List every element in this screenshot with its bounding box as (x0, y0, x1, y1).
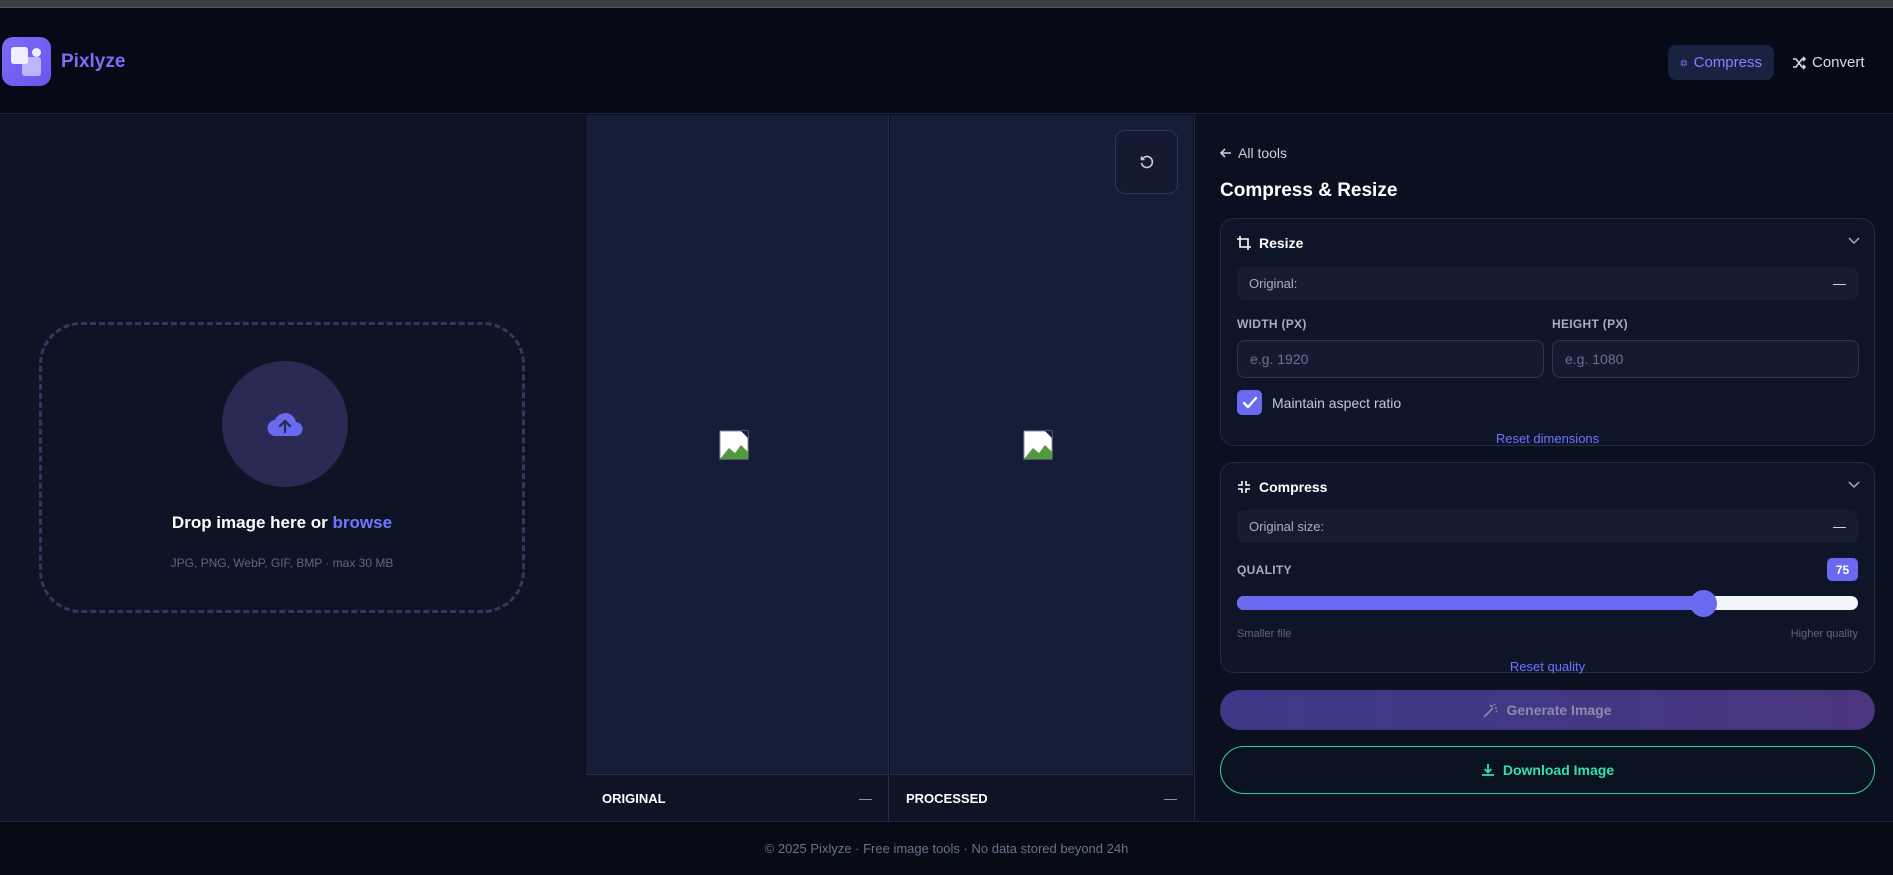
brand-name[interactable]: Pixlyze (61, 51, 125, 73)
slider-min-label: Smaller file (1237, 628, 1292, 640)
original-size-label: Original size: (1249, 519, 1325, 534)
original-value: — (859, 790, 872, 806)
original-size-row: Original size: — (1237, 510, 1858, 543)
rotate-ccw-icon (1140, 155, 1153, 169)
drop-subtitle: JPG, PNG, WebP, GIF, BMP · max 30 MB (170, 556, 394, 570)
original-dimensions-row: Original: — (1237, 267, 1858, 300)
compress-icon (1680, 59, 1688, 66)
width-input[interactable] (1237, 340, 1544, 378)
compress-card: Compress Original size: — QUALITY 75 Sma… (1220, 462, 1875, 674)
resize-header[interactable]: Resize (1237, 235, 1303, 251)
app-header: Pixlyze Compress Convert (0, 8, 1893, 114)
processed-label-bar: PROCESSED — (890, 774, 1193, 821)
back-link[interactable]: All tools (1220, 145, 1287, 161)
processed-label: PROCESSED (906, 790, 988, 806)
crop-icon (1237, 236, 1251, 250)
footer-text: © 2025 Pixlyze · Free image tools · No d… (764, 841, 1129, 856)
height-input[interactable] (1552, 340, 1859, 378)
quality-slider[interactable] (1237, 590, 1858, 617)
quality-slider-fill (1237, 596, 1703, 610)
original-label: ORIGINAL (602, 790, 666, 806)
logo-icon[interactable] (2, 37, 51, 86)
download-icon (1481, 764, 1494, 776)
broken-image-icon (1023, 430, 1053, 460)
reset-view-button[interactable] (1115, 130, 1178, 194)
drop-title-text: Drop image here or (171, 513, 333, 532)
quality-label: QUALITY (1237, 563, 1292, 577)
browser-strip (0, 0, 1893, 8)
chevron-down-icon[interactable] (1848, 481, 1860, 489)
download-label: Download Image (1502, 762, 1615, 778)
nav-convert-button[interactable]: Convert (1780, 45, 1882, 80)
upload-pane: Drop image here or browse JPG, PNG, WebP… (0, 115, 585, 821)
processed-preview: PROCESSED — (890, 115, 1193, 821)
reset-quality-link[interactable]: Reset quality (1221, 659, 1874, 674)
page-title: Compress & Resize (1220, 180, 1398, 201)
dropzone[interactable]: Drop image here or browse JPG, PNG, WebP… (39, 322, 525, 613)
browse-link[interactable]: browse (333, 513, 393, 532)
original-size-value: — (1833, 519, 1846, 534)
height-label: HEIGHT (PX) (1552, 317, 1628, 331)
original-dimensions-label: Original: (1249, 276, 1298, 291)
check-icon (1242, 396, 1257, 408)
quality-value-badge: 75 (1827, 558, 1858, 581)
quality-slider-thumb[interactable] (1689, 590, 1717, 617)
processed-value: — (1164, 790, 1177, 806)
shuffle-icon (1793, 55, 1806, 70)
back-label: All tools (1238, 145, 1288, 161)
nav-compress-button[interactable]: Compress (1668, 45, 1774, 80)
nav-compress-label: Compress (1693, 54, 1762, 71)
upload-circle (222, 361, 348, 487)
width-label: WIDTH (PX) (1237, 317, 1307, 331)
original-label-bar: ORIGINAL — (586, 774, 888, 821)
nav-convert-label: Convert (1812, 54, 1865, 71)
original-preview: ORIGINAL — (586, 115, 889, 821)
broken-image-icon (719, 430, 749, 460)
aspect-ratio-checkbox[interactable] (1237, 390, 1262, 415)
magic-wand-icon (1483, 702, 1499, 718)
compress-icon (1238, 481, 1250, 493)
chevron-down-icon[interactable] (1848, 237, 1860, 245)
resize-title: Resize (1259, 235, 1304, 251)
footer: © 2025 Pixlyze · Free image tools · No d… (0, 821, 1893, 875)
aspect-ratio-label[interactable]: Maintain aspect ratio (1272, 395, 1401, 411)
compress-title: Compress (1259, 479, 1328, 495)
arrow-left-icon (1220, 148, 1231, 158)
generate-image-button[interactable]: Generate Image (1220, 690, 1875, 730)
resize-card: Resize Original: — WIDTH (PX) HEIGHT (PX… (1220, 218, 1875, 446)
drop-title: Drop image here or browse (42, 513, 522, 533)
generate-label: Generate Image (1506, 702, 1612, 718)
download-image-button[interactable]: Download Image (1220, 746, 1875, 794)
cloud-upload-icon (267, 413, 303, 437)
slider-max-label: Higher quality (1790, 628, 1858, 640)
reset-dimensions-link[interactable]: Reset dimensions (1221, 431, 1874, 446)
compress-header[interactable]: Compress (1237, 479, 1327, 495)
original-dimensions-value: — (1833, 276, 1846, 291)
